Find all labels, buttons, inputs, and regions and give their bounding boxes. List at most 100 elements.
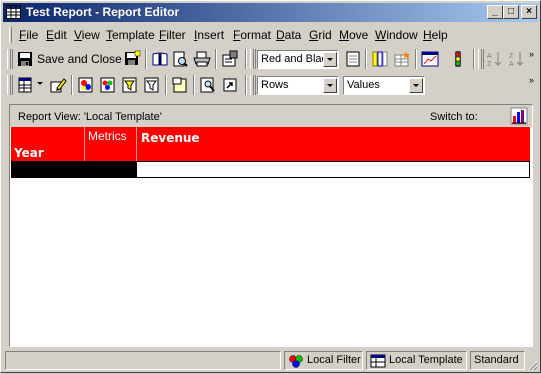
- page-icon: [346, 51, 360, 67]
- metric-header-revenue[interactable]: Revenue: [137, 127, 530, 161]
- menubar-grip[interactable]: [9, 27, 12, 43]
- page-by-button[interactable]: [171, 76, 189, 94]
- find-button[interactable]: [199, 76, 217, 94]
- title-bar[interactable]: Test Report - Report Editor _ □ ×: [3, 3, 538, 22]
- menu-window[interactable]: Window: [375, 28, 418, 42]
- floppy-disk-icon: [125, 50, 141, 65]
- menu-data[interactable]: Data: [276, 28, 301, 42]
- toolbar-overflow-chevron[interactable]: »: [529, 49, 534, 59]
- toolbar-overflow-chevron[interactable]: »: [529, 75, 534, 85]
- maximize-button[interactable]: □: [503, 5, 519, 19]
- menu-filter[interactable]: Filter: [159, 28, 186, 42]
- column-format-button[interactable]: [371, 50, 389, 68]
- data-explorer-icon: [122, 77, 137, 93]
- toolbar-separator: [245, 75, 247, 95]
- toolbar-grip[interactable]: [7, 49, 13, 69]
- style-select[interactable]: Red and Black: [257, 50, 339, 69]
- close-button[interactable]: ×: [521, 5, 537, 19]
- data-explorer-button[interactable]: [121, 76, 139, 94]
- filter-editor-button[interactable]: [99, 76, 117, 94]
- status-panel-message: [5, 351, 281, 370]
- row-header-year[interactable]: Year: [11, 127, 85, 161]
- menu-help[interactable]: Help: [423, 28, 448, 42]
- toolbar-grip[interactable]: [478, 49, 484, 69]
- grid-format-button[interactable]: [393, 50, 411, 68]
- switch-to-graph-button[interactable]: [510, 107, 528, 125]
- edit-report-button[interactable]: [49, 76, 67, 94]
- filter-button[interactable]: [143, 76, 161, 94]
- filter-editor-icon: [100, 77, 115, 93]
- toolbar-grip[interactable]: [250, 49, 256, 69]
- toolbar-separator: [215, 49, 217, 69]
- minimize-button[interactable]: _: [487, 5, 503, 19]
- toolbar-separator: [165, 75, 167, 95]
- status-bar: Local Filter Local Template Standard: [3, 349, 538, 371]
- traffic-light-button[interactable]: [449, 50, 467, 68]
- save-as-button[interactable]: [123, 50, 141, 68]
- shortcut-arrow-icon: [223, 78, 237, 92]
- chart-view-button[interactable]: [421, 50, 439, 68]
- table-row[interactable]: [11, 161, 530, 178]
- page-setup-button[interactable]: [344, 50, 362, 68]
- toolbar-grip[interactable]: [250, 75, 256, 95]
- menu-view[interactable]: View: [74, 28, 100, 42]
- toolbar-separator: [71, 75, 73, 95]
- menu-format[interactable]: Format: [233, 28, 271, 42]
- toolbar-separator: [415, 49, 417, 69]
- values-select[interactable]: Values: [343, 76, 425, 95]
- toolbar-grip[interactable]: [7, 75, 13, 95]
- column-format-icon: [372, 51, 388, 67]
- grid-app-icon: [6, 5, 21, 19]
- chevron-down-icon[interactable]: [323, 52, 337, 67]
- view-mode-dropdown-icon[interactable]: [37, 82, 43, 85]
- traffic-light-icon: [455, 51, 461, 67]
- sort-ascending-button[interactable]: A Z: [486, 50, 504, 68]
- template-grid-icon: [370, 354, 386, 368]
- local-filter-status[interactable]: Local Filter: [284, 351, 363, 370]
- page-by-icon: [172, 77, 187, 93]
- save-and-close-label: Save and Close: [37, 52, 122, 66]
- properties-icon: [222, 50, 238, 67]
- report-objects-button[interactable]: [77, 76, 95, 94]
- bar-chart-icon: [510, 107, 528, 125]
- book-button[interactable]: [151, 50, 169, 68]
- print-preview-icon: [173, 51, 188, 67]
- toolbar-separator: [365, 49, 367, 69]
- rows-select[interactable]: Rows: [257, 76, 339, 95]
- properties-button[interactable]: [221, 50, 239, 68]
- svg-text:A: A: [509, 61, 514, 68]
- chevron-down-icon[interactable]: [323, 78, 337, 93]
- menu-insert[interactable]: Insert: [194, 28, 224, 42]
- local-template-label: Local Template: [389, 354, 463, 366]
- grid-sparkle-icon: [394, 51, 410, 67]
- shortcut-button[interactable]: [221, 76, 239, 94]
- print-preview-button[interactable]: [171, 50, 189, 68]
- report-view-label: Report View: 'Local Template': [18, 111, 162, 123]
- grid-view-icon: [18, 77, 32, 93]
- window-title: Test Report - Report Editor: [26, 5, 180, 19]
- local-template-status[interactable]: Local Template: [366, 351, 467, 370]
- menu-move[interactable]: Move: [339, 28, 368, 42]
- svg-text:A: A: [487, 53, 492, 60]
- sort-descending-button[interactable]: Z A: [508, 50, 526, 68]
- view-mode-button[interactable]: [17, 76, 35, 94]
- find-icon: [200, 77, 215, 93]
- print-button[interactable]: [193, 50, 211, 68]
- chart-window-icon: [421, 51, 439, 67]
- report-grid: Year Metrics Revenue: [10, 127, 530, 178]
- toolbar-separator: [145, 49, 147, 69]
- row-header-cell[interactable]: [12, 162, 137, 177]
- resize-grip-icon[interactable]: [526, 359, 538, 371]
- toolbar-separator: [245, 49, 247, 69]
- metrics-label: Metrics: [88, 129, 127, 143]
- menu-template[interactable]: Template: [106, 28, 155, 42]
- column-header-metrics[interactable]: Metrics: [85, 127, 137, 161]
- toolbar-standard: Save and Close Red and Black A Z Z A »: [3, 46, 538, 72]
- chevron-down-icon[interactable]: [409, 78, 423, 93]
- menu-edit[interactable]: Edit: [46, 28, 67, 42]
- toolbar-separator: [193, 75, 195, 95]
- values-select-value: Values: [347, 79, 380, 91]
- menu-file[interactable]: File: [19, 28, 38, 42]
- year-label: Year: [14, 146, 44, 160]
- menu-grid[interactable]: Grid: [309, 28, 332, 42]
